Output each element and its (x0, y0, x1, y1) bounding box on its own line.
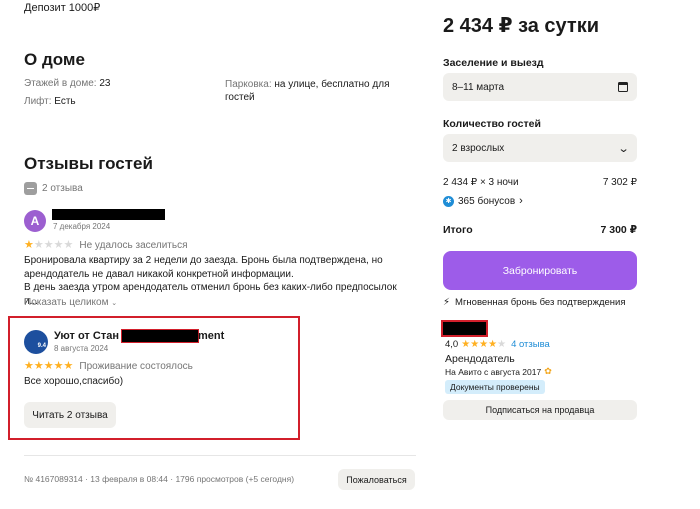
star-empty-icon: ★ (43, 239, 54, 251)
host-reply-date: 8 августа 2024 (54, 344, 109, 353)
lightning-icon: ⚡ (443, 297, 451, 308)
host-reply-text: Все хорошо,спасибо) (24, 376, 124, 387)
star-filled-icon: ★ (24, 360, 34, 372)
host-rating: ★★★★★ Проживание состоялось (24, 360, 193, 372)
total-label: Итого (443, 224, 473, 236)
verified-badge: Документы проверены (445, 380, 545, 394)
guests-value: 2 взрослых (452, 142, 505, 154)
star-filled-icon: ★ (461, 339, 471, 350)
parking-row: Парковка: на улице, бесплатно для гостей (225, 78, 400, 104)
lift-row: Лифт: Есть (24, 96, 76, 107)
collapse-icon[interactable] (24, 182, 37, 195)
star-rating: ★★★★★ (24, 360, 73, 372)
star-filled-icon: ★ (53, 360, 64, 372)
dates-value: 8–11 марта (452, 81, 505, 93)
calendar-icon (618, 82, 628, 92)
lift-value: Есть (54, 96, 76, 107)
avatar: A (24, 210, 46, 232)
star-empty-icon: ★ (63, 239, 74, 251)
review-date: 7 декабря 2024 (53, 222, 111, 231)
seller-rating-value: 4,0 (445, 339, 459, 350)
listing-meta: № 4167089314 · 13 февраля в 08:44 · 1796… (24, 474, 295, 484)
review-text-body: Бронировала квартиру за 2 недели до заез… (24, 255, 383, 280)
read-reviews-button[interactable]: Читать 2 отзыва (24, 402, 116, 428)
seller-role: Арендодатель (445, 353, 515, 365)
deposit-text: Депозит 1000₽ (24, 2, 101, 14)
seller-since: На Авито с августа 2017 (445, 366, 542, 377)
price-calc-value: 7 302 ₽ (602, 177, 637, 188)
chevron-right-icon: › (519, 195, 523, 207)
star-filled-icon: ★ (33, 360, 44, 372)
chevron-down-icon: ⌄ (111, 300, 118, 307)
review-rating: ★★★★★ Не удалось заселиться (24, 239, 188, 251)
guests-select[interactable]: 2 взрослых ⌄ (443, 134, 637, 162)
star-filled-icon: ★ (43, 360, 54, 372)
floors-value: 23 (99, 78, 111, 89)
bonus-icon: ✱ (443, 195, 454, 207)
star-filled-icon: ★ (488, 339, 498, 350)
chevron-down-icon: ⌄ (617, 142, 630, 155)
instant-booking-row: ⚡ Мгновенная бронь без подтверждения (443, 297, 625, 308)
floors-row: Этажей в доме: 23 (24, 78, 110, 89)
seller-reviews-link[interactable]: 4 отзыва (511, 339, 550, 350)
floors-label: Этажей в доме: (24, 78, 97, 89)
star-empty-icon: ★ (33, 239, 44, 251)
bonus-label: 365 бонусов (458, 195, 516, 207)
reviews-count[interactable]: 2 отзыва (24, 182, 83, 195)
subscribe-button[interactable]: Подписаться на продавца (443, 400, 637, 420)
total-value: 7 300 ₽ (600, 224, 638, 236)
host-status: Проживание состоялось (79, 360, 193, 372)
lift-label: Лифт: (24, 96, 52, 107)
dates-label: Заселение и выезд (443, 57, 544, 69)
about-title: О доме (24, 50, 85, 69)
star-rating: ★★★★★ (24, 239, 73, 251)
host-rating-badge: 9.4 (37, 343, 46, 349)
seller-rating-row: 4,0 ★★★★★ 4 отзыва (445, 339, 550, 350)
footer-divider (24, 455, 416, 456)
review-status: Не удалось заселиться (79, 239, 188, 251)
host-name[interactable]: Уют от Стан ment (54, 329, 224, 343)
price-title: 2 434 ₽ за сутки (443, 15, 600, 37)
star-filled-icon: ★ (24, 239, 34, 251)
star-rating: ★★★★★ (461, 339, 506, 350)
parking-label: Парковка: (225, 79, 272, 90)
star-empty-icon: ★ (53, 239, 64, 251)
star-empty-icon: ★ (497, 339, 507, 350)
star-filled-icon: ★ (470, 339, 480, 350)
instant-booking-text: Мгновенная бронь без подтверждения (455, 297, 626, 308)
medal-icon: ✿ (544, 366, 552, 376)
star-filled-icon: ★ (479, 339, 489, 350)
redacted-host-name (120, 329, 199, 343)
book-button[interactable]: Забронировать (443, 251, 637, 290)
redacted-author-name (52, 209, 165, 220)
reviews-title: Отзывы гостей (24, 154, 153, 173)
price-calc-label: 2 434 ₽ × 3 ночи (443, 177, 519, 188)
report-button[interactable]: Пожаловаться (338, 469, 415, 490)
guests-label: Количество гостей (443, 118, 541, 130)
star-filled-icon: ★ (63, 360, 74, 372)
seller-since-row: На Авито с августа 2017 ✿ (445, 366, 552, 377)
show-more-link[interactable]: Показать целиком ⌄ (24, 297, 117, 308)
dates-field[interactable]: 8–11 марта (443, 73, 637, 101)
redacted-seller-name (441, 320, 488, 337)
host-avatar: 9.4 (24, 330, 48, 354)
bonus-row[interactable]: ✱ 365 бонусов › (443, 195, 523, 207)
reviews-count-label: 2 отзыва (42, 183, 83, 194)
